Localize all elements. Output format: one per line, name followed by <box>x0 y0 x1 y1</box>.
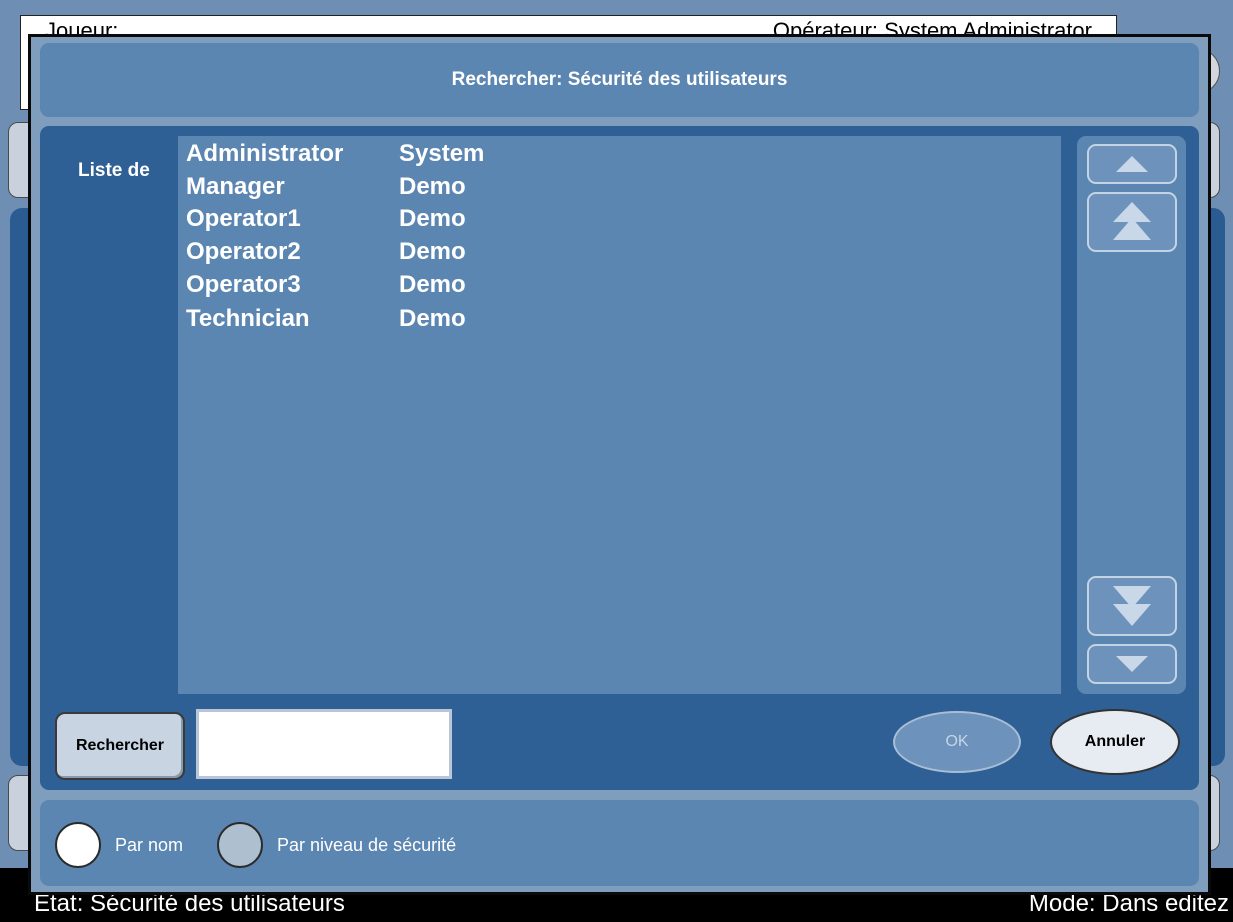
user-group: Demo <box>399 238 466 265</box>
sort-options-panel: Par nom Par niveau de sécurité <box>40 800 1199 886</box>
user-name: Administrator <box>186 140 344 167</box>
user-name: Manager <box>186 173 285 200</box>
arrow-up-icon <box>1089 146 1175 182</box>
list-item[interactable]: Technician Demo <box>186 305 466 337</box>
scroll-down-button[interactable] <box>1087 644 1177 684</box>
dialog-title-bar: Rechercher: Sécurité des utilisateurs <box>40 43 1199 117</box>
page-up-button[interactable] <box>1087 192 1177 252</box>
user-name: Operator2 <box>186 238 301 265</box>
user-group: System <box>399 140 485 167</box>
arrow-down-icon <box>1089 646 1175 682</box>
list-item[interactable]: Operator1 Demo <box>186 205 466 237</box>
user-name: Technician <box>186 305 310 332</box>
list-item[interactable]: Operator2 Demo <box>186 238 466 270</box>
sort-by-name-label[interactable]: Par nom <box>115 835 183 856</box>
scroll-up-button[interactable] <box>1087 144 1177 184</box>
search-dialog: Rechercher: Sécurité des utilisateurs Li… <box>28 34 1211 895</box>
double-arrow-up-icon <box>1089 194 1175 250</box>
user-group: Demo <box>399 173 466 200</box>
search-button[interactable]: Rechercher <box>55 712 185 780</box>
user-group: Demo <box>399 271 466 298</box>
list-item[interactable]: Operator3 Demo <box>186 271 466 303</box>
page-down-button[interactable] <box>1087 576 1177 636</box>
search-input[interactable] <box>196 709 452 779</box>
main-panel: Liste de Administrator System Manager De… <box>40 126 1199 790</box>
user-group: Demo <box>399 205 466 232</box>
user-name: Operator1 <box>186 205 301 232</box>
list-item[interactable]: Administrator System <box>186 140 484 172</box>
user-group: Demo <box>399 305 466 332</box>
double-arrow-down-icon <box>1089 578 1175 634</box>
sort-by-security-level-label[interactable]: Par niveau de sécurité <box>277 835 456 856</box>
ok-button[interactable]: OK <box>893 711 1021 773</box>
user-list[interactable]: Administrator System Manager Demo Operat… <box>178 136 1061 694</box>
list-item[interactable]: Manager Demo <box>186 173 466 205</box>
cancel-button[interactable]: Annuler <box>1050 709 1180 775</box>
scroll-controls <box>1077 136 1186 694</box>
user-name: Operator3 <box>186 271 301 298</box>
sort-by-name-radio[interactable] <box>55 822 101 868</box>
list-label: Liste de <box>78 160 150 181</box>
sort-by-security-level-radio[interactable] <box>217 822 263 868</box>
dialog-title: Rechercher: Sécurité des utilisateurs <box>451 69 788 90</box>
